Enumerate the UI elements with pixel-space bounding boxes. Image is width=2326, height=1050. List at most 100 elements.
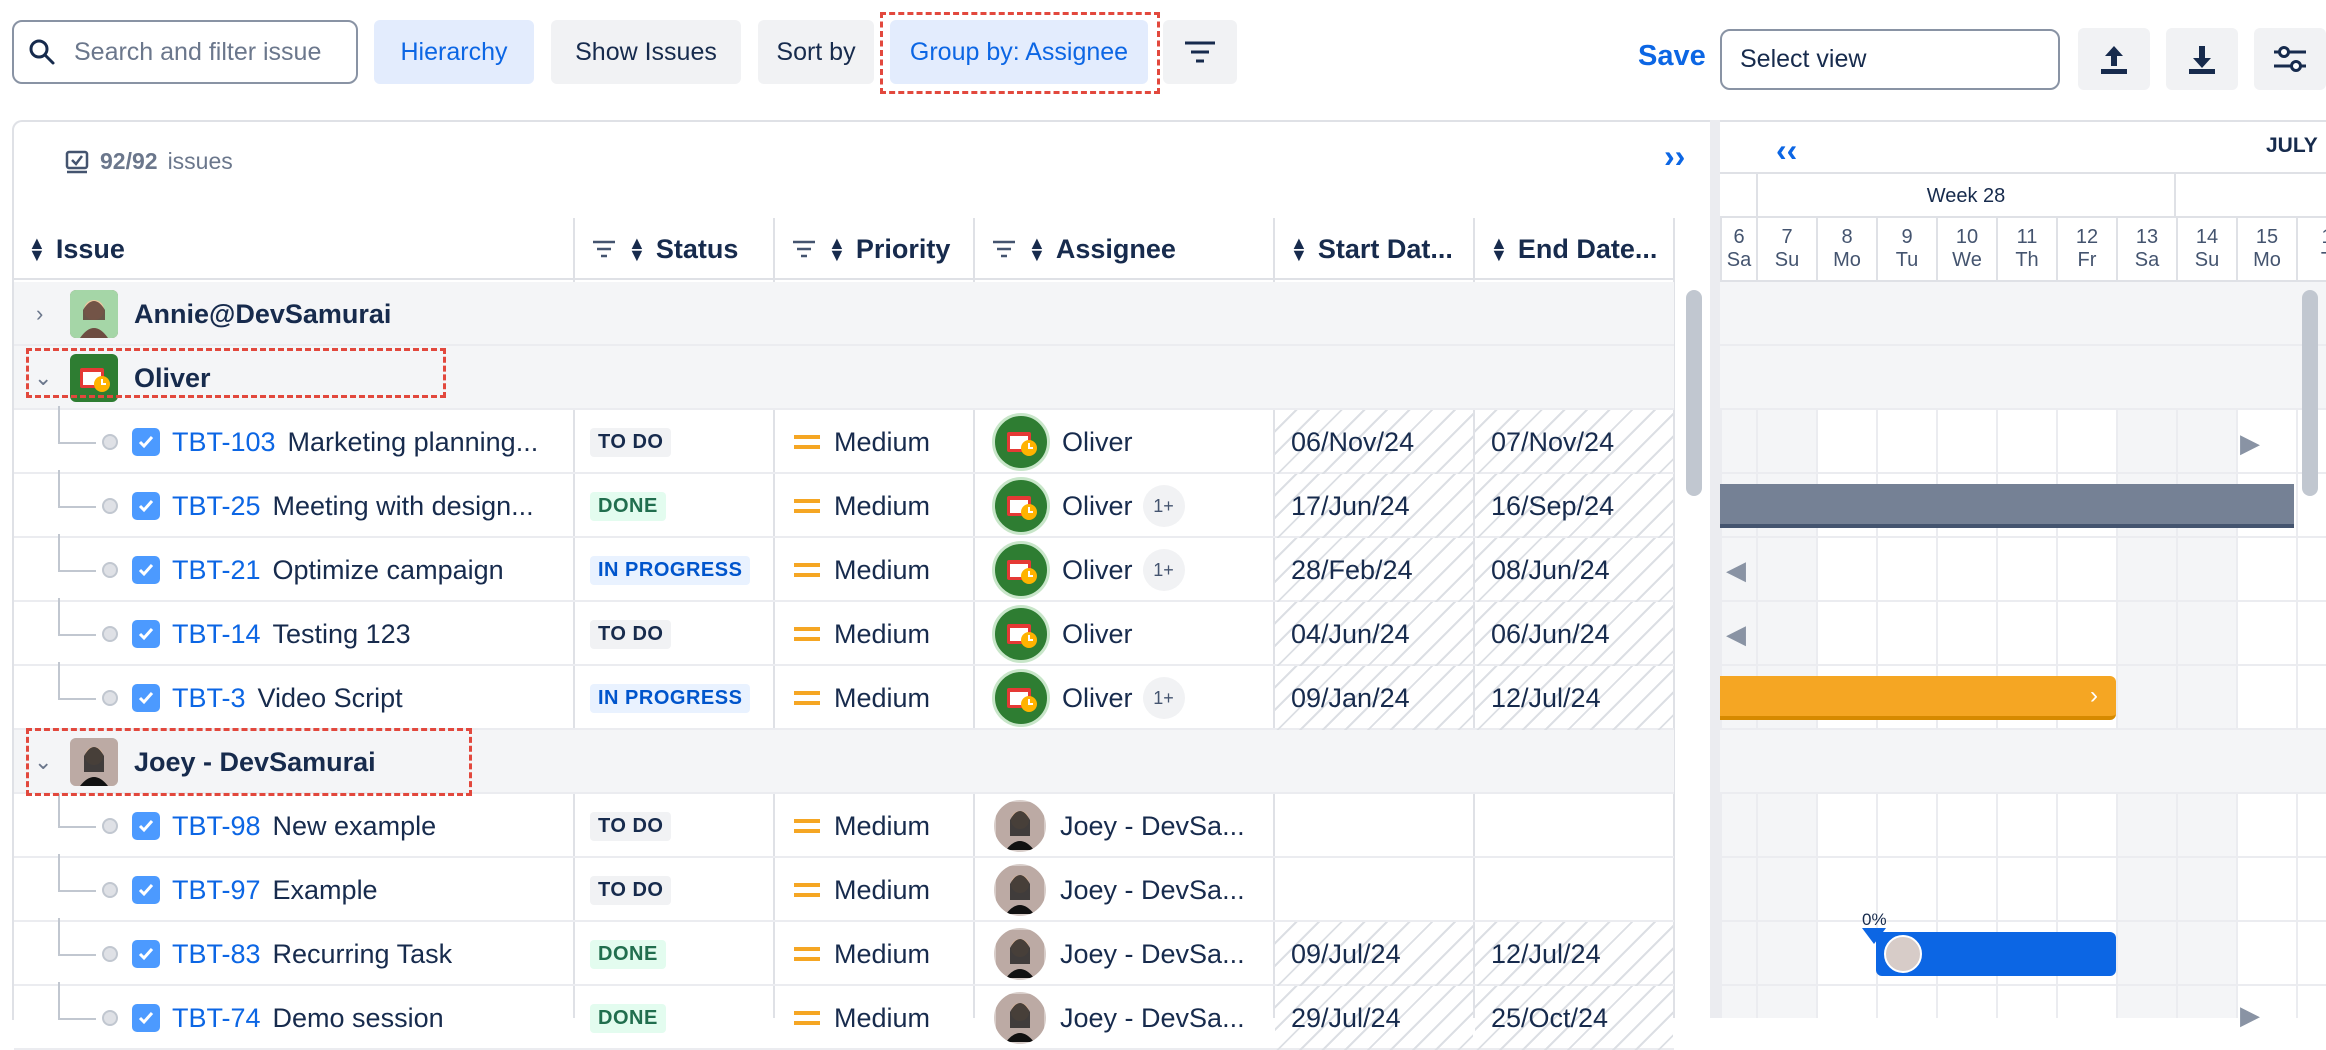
sort-icon[interactable]: ▲ ▼	[628, 234, 646, 264]
column-start-date[interactable]: ▲ ▼ Start Dat...	[1290, 218, 1453, 280]
filter-icon[interactable]	[992, 239, 1016, 259]
status-badge[interactable]: IN PROGRESS	[590, 683, 751, 713]
scroll-left-icon[interactable]: ‹‹	[1776, 132, 1797, 169]
save-button[interactable]: Save	[1638, 40, 1706, 73]
start-date-cell[interactable]	[1275, 794, 1473, 858]
upload-button[interactable]	[2078, 28, 2150, 90]
start-date-cell[interactable]	[1275, 858, 1473, 922]
status-badge[interactable]: TO DO	[590, 427, 672, 457]
column-end-date[interactable]: ▲ ▼ End Date...	[1490, 218, 1657, 280]
column-status[interactable]: ▲ ▼ Status	[592, 218, 738, 280]
status-badge[interactable]: DONE	[590, 491, 666, 521]
group-by-button[interactable]: Group by: Assignee	[890, 20, 1148, 84]
priority-cell[interactable]: Medium	[794, 538, 930, 602]
priority-cell[interactable]: Medium	[794, 922, 930, 986]
download-button[interactable]	[2166, 28, 2238, 90]
table-row[interactable]: TBT-97 Example TO DO Medium Joey - DevSa...	[14, 854, 1674, 922]
extra-assignees-badge[interactable]: 1+	[1142, 549, 1185, 591]
issue-summary[interactable]: Marketing planning...	[288, 427, 539, 458]
start-date-cell[interactable]: 09/Jul/24	[1275, 922, 1473, 986]
priority-cell[interactable]: Medium	[794, 986, 930, 1050]
issue-summary[interactable]: New example	[273, 811, 437, 842]
status-badge[interactable]: TO DO	[590, 875, 672, 905]
issue-key[interactable]: TBT-103	[172, 427, 276, 458]
status-cell[interactable]: TO DO	[590, 794, 672, 858]
status-badge[interactable]: TO DO	[590, 619, 672, 649]
assignee-cell[interactable]: Joey - DevSa...	[992, 922, 1245, 986]
issue-key[interactable]: TBT-98	[172, 811, 261, 842]
issue-summary[interactable]: Recurring Task	[273, 939, 453, 970]
priority-cell[interactable]: Medium	[794, 794, 930, 858]
table-row[interactable]: TBT-21 Optimize campaign IN PROGRESS Medium…	[14, 534, 1674, 602]
assignee-cell[interactable]: Oliver	[992, 602, 1133, 666]
scroll-to-task-right-icon[interactable]: ▶	[2240, 1000, 2260, 1031]
issue-key[interactable]: TBT-97	[172, 875, 261, 906]
end-date-cell[interactable]: 25/Oct/24	[1475, 986, 1673, 1050]
status-cell[interactable]: TO DO	[590, 858, 672, 922]
status-cell[interactable]: DONE	[590, 474, 666, 538]
gantt-bar-tbt-3[interactable]: ›	[1720, 676, 2116, 720]
search-box[interactable]	[12, 20, 358, 84]
settings-button[interactable]	[2254, 28, 2326, 90]
grid-scrollbar[interactable]	[1686, 290, 1702, 496]
table-row[interactable]: TBT-98 New example TO DO Medium Joey - DevSa…	[14, 790, 1674, 858]
priority-cell[interactable]: Medium	[794, 858, 930, 922]
collapse-grid-icon[interactable]: ››	[1664, 138, 1685, 175]
sort-icon[interactable]: ▲ ▼	[1490, 234, 1508, 264]
assignee-cell[interactable]: Oliver	[992, 410, 1133, 474]
sort-icon[interactable]: ▲ ▼	[828, 234, 846, 264]
assignee-cell[interactable]: Joey - DevSa...	[992, 986, 1245, 1050]
filter-icon[interactable]	[792, 239, 816, 259]
status-cell[interactable]: TO DO	[590, 410, 672, 474]
status-cell[interactable]: IN PROGRESS	[590, 538, 751, 602]
issue-key[interactable]: TBT-25	[172, 491, 261, 522]
group-row-annie[interactable]: › Annie@DevSamurai	[14, 282, 1674, 346]
start-date-cell[interactable]: 28/Feb/24	[1275, 538, 1473, 602]
filter-options-button[interactable]	[1163, 20, 1237, 84]
status-cell[interactable]: IN PROGRESS	[590, 666, 751, 730]
show-issues-button[interactable]: Show Issues	[551, 20, 741, 84]
assignee-cell[interactable]: Oliver 1+	[992, 666, 1185, 730]
issue-key[interactable]: TBT-21	[172, 555, 261, 586]
sort-icon[interactable]: ▲ ▼	[1028, 234, 1046, 264]
priority-cell[interactable]: Medium	[794, 602, 930, 666]
scroll-to-task-right-icon[interactable]: ▶	[2240, 428, 2260, 459]
column-priority[interactable]: ▲ ▼ Priority	[792, 218, 950, 280]
end-date-cell[interactable]: 06/Jun/24	[1475, 602, 1673, 666]
end-date-cell[interactable]: 07/Nov/24	[1475, 410, 1673, 474]
table-row[interactable]: TBT-103 Marketing planning... TO DO Medium O…	[14, 406, 1674, 474]
assignee-cell[interactable]: Oliver 1+	[992, 474, 1185, 538]
sort-icon[interactable]: ▲ ▼	[1290, 234, 1308, 264]
end-date-cell[interactable]: 16/Sep/24	[1475, 474, 1673, 538]
priority-cell[interactable]: Medium	[794, 666, 930, 730]
issue-summary[interactable]: Testing 123	[273, 619, 411, 650]
issue-key[interactable]: TBT-14	[172, 619, 261, 650]
status-badge[interactable]: DONE	[590, 1003, 666, 1033]
search-input[interactable]	[72, 36, 346, 68]
issue-key[interactable]: TBT-3	[172, 683, 246, 714]
priority-cell[interactable]: Medium	[794, 410, 930, 474]
issue-summary[interactable]: Optimize campaign	[273, 555, 504, 586]
issue-summary[interactable]: Example	[273, 875, 378, 906]
scroll-to-task-left-icon[interactable]: ◀	[1726, 619, 1746, 650]
issue-key[interactable]: TBT-83	[172, 939, 261, 970]
sort-by-button[interactable]: Sort by	[758, 20, 874, 84]
table-row[interactable]: TBT-3 Video Script IN PROGRESS Medium Oliver…	[14, 662, 1674, 730]
status-cell[interactable]: DONE	[590, 986, 666, 1050]
hierarchy-button[interactable]: Hierarchy	[374, 20, 534, 84]
select-view-dropdown[interactable]: Select view	[1720, 29, 2060, 90]
scroll-to-task-left-icon[interactable]: ◀	[1726, 555, 1746, 586]
pane-splitter[interactable]	[1710, 120, 1720, 1018]
status-badge[interactable]: IN PROGRESS	[590, 555, 751, 585]
issue-summary[interactable]: Meeting with design...	[273, 491, 534, 522]
gantt-bar-tbt-83[interactable]	[1876, 932, 2116, 976]
extra-assignees-badge[interactable]: 1+	[1142, 677, 1185, 719]
start-date-cell[interactable]: 29/Jul/24	[1275, 986, 1473, 1050]
status-cell[interactable]: DONE	[590, 922, 666, 986]
issue-key[interactable]: TBT-74	[172, 1003, 261, 1034]
issue-summary[interactable]: Demo session	[273, 1003, 444, 1034]
end-date-cell[interactable]: 12/Jul/24	[1475, 666, 1673, 730]
status-cell[interactable]: TO DO	[590, 602, 672, 666]
start-date-cell[interactable]: 09/Jan/24	[1275, 666, 1473, 730]
start-date-cell[interactable]: 06/Nov/24	[1275, 410, 1473, 474]
